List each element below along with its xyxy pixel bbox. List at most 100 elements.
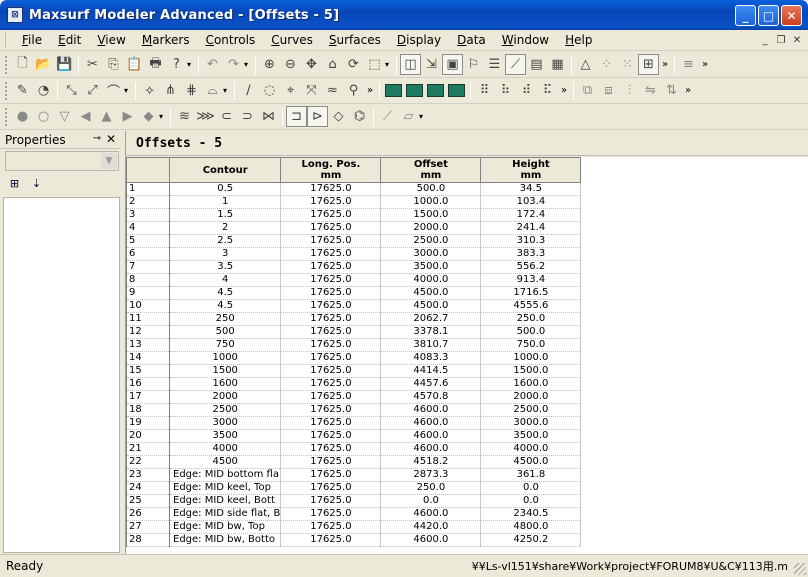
long-pos-cell[interactable]: 17625.0 bbox=[280, 247, 382, 261]
height-cell[interactable]: 1716.5 bbox=[480, 286, 582, 300]
offset-cell[interactable]: 3500.0 bbox=[380, 260, 482, 274]
table-row[interactable]: 2 1 17625.0 1000.0 103.4 bbox=[126, 195, 582, 209]
grid-icon[interactable]: ⊞ bbox=[638, 54, 659, 75]
row-header[interactable]: 13 bbox=[126, 338, 170, 352]
height-cell[interactable]: 3500.0 bbox=[480, 429, 582, 443]
long-pos-cell[interactable]: 17625.0 bbox=[280, 351, 382, 365]
offset-cell[interactable]: 500.0 bbox=[380, 182, 482, 196]
contour-cell[interactable]: 1600 bbox=[169, 377, 282, 391]
control-point-icon[interactable]: ⟡ bbox=[139, 80, 160, 101]
align-icon[interactable]: ⫶ bbox=[619, 80, 640, 101]
add-point-icon[interactable]: ⤡ bbox=[61, 80, 82, 101]
flip-icon[interactable]: ⇅ bbox=[661, 80, 682, 101]
render-icon[interactable]: ▣ bbox=[442, 54, 463, 75]
contour-cell[interactable]: Edge: MID keel, Top bbox=[169, 481, 282, 495]
control-row-icon[interactable]: ⋔ bbox=[160, 80, 181, 101]
curve-icon[interactable]: ⌒ bbox=[103, 80, 124, 101]
row-header[interactable]: 19 bbox=[126, 416, 170, 430]
print-icon[interactable]: 🖶 bbox=[145, 54, 166, 75]
net-3-icon[interactable]: ⠾ bbox=[516, 80, 537, 101]
row-header[interactable]: 10 bbox=[126, 299, 170, 313]
table-row[interactable]: 11 250 17625.0 2062.7 250.0 bbox=[126, 312, 582, 326]
contour-cell[interactable]: Edge: MID side flat, B bbox=[169, 507, 282, 521]
offset-cell[interactable]: 4420.0 bbox=[380, 520, 482, 534]
circle-icon[interactable]: ○ bbox=[33, 106, 54, 127]
lines-1-icon[interactable]: ≋ bbox=[174, 106, 195, 127]
chevron-down-icon[interactable]: ▼ bbox=[101, 153, 117, 169]
column-header[interactable]: Offset mm bbox=[380, 157, 482, 183]
offset-cell[interactable]: 4600.0 bbox=[380, 429, 482, 443]
offset-cell[interactable]: 0.0 bbox=[380, 494, 482, 508]
height-cell[interactable]: 4250.2 bbox=[480, 533, 582, 547]
row-header[interactable]: 23 bbox=[126, 468, 170, 482]
mirror-icon[interactable]: ⇋ bbox=[640, 80, 661, 101]
long-pos-cell[interactable]: 17625.0 bbox=[280, 208, 382, 222]
net-1-icon[interactable]: ⠿ bbox=[474, 80, 495, 101]
row-header[interactable]: 24 bbox=[126, 481, 170, 495]
corner-cell[interactable] bbox=[126, 157, 170, 183]
offset-cell[interactable]: 3000.0 bbox=[380, 247, 482, 261]
row-header[interactable]: 4 bbox=[126, 221, 170, 235]
surface-green-3-icon[interactable] bbox=[425, 80, 446, 101]
table-row[interactable]: 22 4500 17625.0 4518.2 4500.0 bbox=[126, 455, 582, 469]
net-4-icon[interactable]: ⠯ bbox=[537, 80, 558, 101]
lines-2-icon[interactable]: ⋙ bbox=[195, 106, 216, 127]
contour-cell[interactable]: 3 bbox=[169, 247, 282, 261]
column-header[interactable]: Height mm bbox=[480, 157, 582, 183]
properties-object-select[interactable]: ▼ bbox=[5, 151, 119, 171]
contour-cell[interactable]: 1000 bbox=[169, 351, 282, 365]
contour-cell[interactable]: 3500 bbox=[169, 429, 282, 443]
long-pos-cell[interactable]: 17625.0 bbox=[280, 260, 382, 274]
height-cell[interactable]: 4500.0 bbox=[480, 455, 582, 469]
paste-icon[interactable]: 📋 bbox=[124, 54, 145, 75]
row-header[interactable]: 7 bbox=[126, 260, 170, 274]
curvature-icon[interactable]: ⟋ bbox=[505, 54, 526, 75]
contour-cell[interactable]: 2 bbox=[169, 221, 282, 235]
row-header[interactable]: 17 bbox=[126, 390, 170, 404]
height-cell[interactable]: 0.0 bbox=[480, 494, 582, 508]
table-row[interactable]: 24 Edge: MID keel, Top 17625.0 250.0 0.0 bbox=[126, 481, 582, 495]
lines-5-icon[interactable]: ⋈ bbox=[258, 106, 279, 127]
mdi-restore-button[interactable]: ❐ bbox=[774, 33, 788, 47]
long-pos-cell[interactable]: 17625.0 bbox=[280, 338, 382, 352]
height-cell[interactable]: 1600.0 bbox=[480, 377, 582, 391]
height-cell[interactable]: 0.0 bbox=[480, 481, 582, 495]
offset-cell[interactable]: 4500.0 bbox=[380, 299, 482, 313]
offset-cell[interactable]: 4500.0 bbox=[380, 286, 482, 300]
row-header[interactable]: 14 bbox=[126, 351, 170, 365]
row-header[interactable]: 3 bbox=[126, 208, 170, 222]
table-row[interactable]: 8 4 17625.0 4000.0 913.4 bbox=[126, 273, 582, 287]
offset-cell[interactable]: 3810.7 bbox=[380, 338, 482, 352]
table-row[interactable]: 3 1.5 17625.0 1500.0 172.4 bbox=[126, 208, 582, 222]
more-tools-icon[interactable]: » bbox=[558, 85, 570, 96]
waterline-icon[interactable]: ◇ bbox=[328, 106, 349, 127]
row-header[interactable]: 27 bbox=[126, 520, 170, 534]
table-row[interactable]: 9 4.5 17625.0 4500.0 1716.5 bbox=[126, 286, 582, 300]
long-pos-cell[interactable]: 17625.0 bbox=[280, 195, 382, 209]
pin-tool-icon[interactable]: ⚲ bbox=[343, 80, 364, 101]
pan-icon[interactable]: ✥ bbox=[301, 54, 322, 75]
height-cell[interactable]: 1000.0 bbox=[480, 351, 582, 365]
copy-icon[interactable]: ⎘ bbox=[103, 54, 124, 75]
contour-cell[interactable]: Edge: MID keel, Bott bbox=[169, 494, 282, 508]
contour-cell[interactable]: 250 bbox=[169, 312, 282, 326]
long-pos-cell[interactable]: 17625.0 bbox=[280, 533, 382, 547]
block-icon[interactable]: ◆ bbox=[138, 106, 159, 127]
height-cell[interactable]: 4800.0 bbox=[480, 520, 582, 534]
cone-icon[interactable]: ▽ bbox=[54, 106, 75, 127]
offsets-grid[interactable]: Contour Long. Pos. mm Offset mm Height mm 1… bbox=[126, 157, 808, 554]
column-header[interactable]: Long. Pos. mm bbox=[280, 157, 382, 183]
menu-controls[interactable]: Controls bbox=[198, 30, 264, 51]
long-pos-cell[interactable]: 17625.0 bbox=[280, 182, 382, 196]
contour-cell[interactable]: 0.5 bbox=[169, 182, 282, 196]
contour-cell[interactable]: 4 bbox=[169, 273, 282, 287]
menu-display[interactable]: Display bbox=[389, 30, 449, 51]
surface-green-2-icon[interactable] bbox=[404, 80, 425, 101]
menu-window[interactable]: Window bbox=[494, 30, 557, 51]
table-row[interactable]: 18 2500 17625.0 4600.0 2500.0 bbox=[126, 403, 582, 417]
more-tools-icon[interactable]: » bbox=[364, 85, 376, 96]
pin-icon[interactable]: ⊸ bbox=[93, 133, 101, 144]
long-pos-cell[interactable]: 17625.0 bbox=[280, 299, 382, 313]
open-folder-icon[interactable]: 📂 bbox=[33, 54, 54, 75]
table-row[interactable]: 7 3.5 17625.0 3500.0 556.2 bbox=[126, 260, 582, 274]
